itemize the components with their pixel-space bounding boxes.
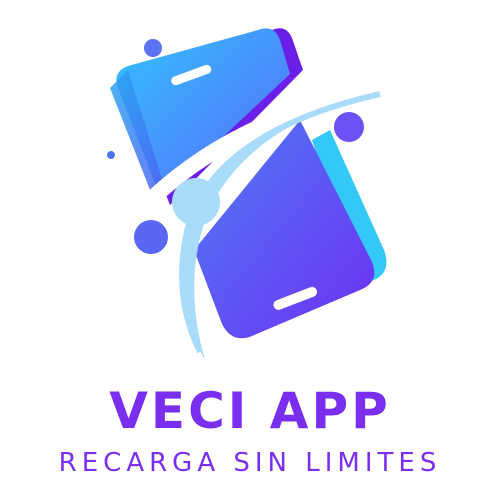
bubble-dot [134, 220, 168, 254]
bubble-dot [334, 112, 364, 142]
brand-name: VECI APP [109, 382, 391, 440]
phone-recharge-logo-icon [107, 28, 398, 360]
brand-tagline: RECARGA SIN LIMITES [58, 448, 442, 478]
bubble-dot [107, 151, 115, 159]
logo-page: VECI APP RECARGA SIN LIMITES [0, 0, 500, 500]
bubble-dot [144, 39, 162, 57]
arc-hub [172, 178, 220, 226]
